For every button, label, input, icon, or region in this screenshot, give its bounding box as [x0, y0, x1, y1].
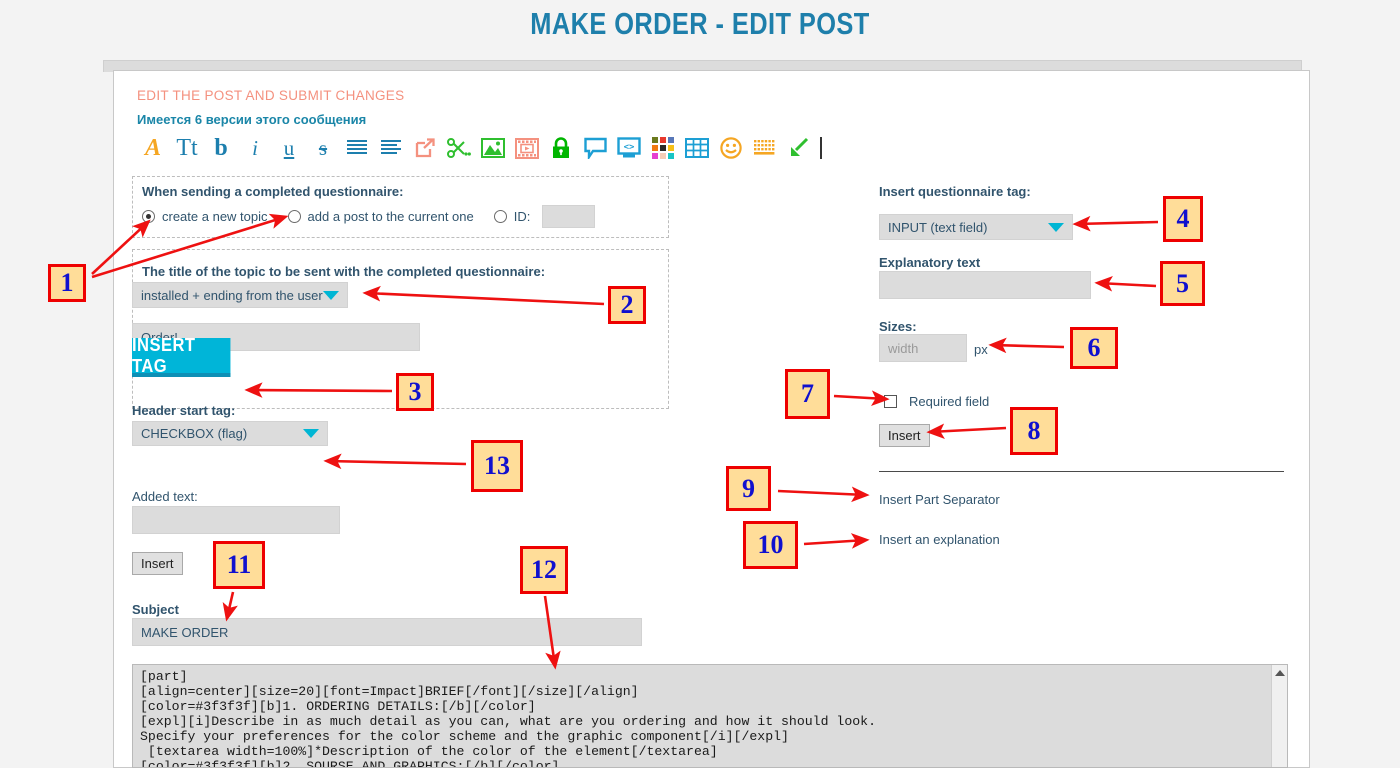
insert-table-icon[interactable] [680, 132, 714, 164]
bbcode-editor-textarea[interactable]: [part] [align=center][size=20][font=Impa… [132, 664, 1288, 768]
annotation-box-12: 12 [520, 546, 568, 594]
required-field-checkbox[interactable] [884, 395, 897, 408]
radio-id-label: ID: [513, 209, 531, 224]
radio-id[interactable] [493, 210, 507, 223]
chevron-down-icon [1048, 222, 1064, 232]
smiley-icon[interactable] [714, 132, 748, 164]
right-divider [879, 471, 1284, 472]
bbcode-toolbar: A Tt b i u s <> [136, 131, 822, 165]
page-title: MAKE ORDER - EDIT POST [530, 6, 870, 41]
chevron-down-icon [323, 290, 339, 300]
added-text-insert-button[interactable]: Insert [132, 552, 183, 575]
bbcode-editor-content: [part] [align=center][size=20][font=Impa… [140, 669, 876, 768]
header-start-tag-value: CHECKBOX (flag) [141, 426, 248, 441]
annotation-box-10: 10 [743, 521, 798, 569]
explanatory-text-label: Explanatory text [879, 255, 981, 270]
topic-title-select[interactable]: installed + ending from the user [132, 282, 348, 308]
code-icon[interactable]: <> [612, 132, 646, 164]
text-cursor [820, 137, 822, 159]
align-justify-icon[interactable] [340, 132, 374, 164]
radio-create-new-topic[interactable] [142, 210, 155, 223]
insert-tag-button[interactable]: INSERT TAG [132, 335, 231, 377]
radio-add-post-current-label: add a post to the current one [307, 209, 474, 224]
insert-questionnaire-tag-value: INPUT (text field) [888, 219, 988, 235]
annotation-box-13: 13 [471, 440, 523, 492]
annotation-box-8: 8 [1010, 407, 1058, 455]
annotation-box-11: 11 [213, 541, 265, 589]
editor-panel: EDIT THE POST AND SUBMIT CHANGES Имеется… [113, 70, 1310, 768]
annotation-box-6: 6 [1070, 327, 1118, 369]
versions-note: Имеется 6 версии этого сообщения [137, 112, 367, 127]
questionnaire-insert-button[interactable]: Insert [879, 424, 930, 447]
keyboard-icon[interactable] [748, 132, 782, 164]
scissors-icon[interactable] [442, 132, 476, 164]
px-unit-label: px [974, 342, 988, 357]
font-size-icon[interactable]: Tt [170, 132, 204, 164]
bbcode-editor-scrollbar[interactable] [1271, 665, 1287, 767]
explanatory-text-input[interactable] [879, 271, 1091, 299]
annotation-box-2: 2 [608, 286, 646, 324]
bold-icon[interactable]: b [204, 132, 238, 164]
annotation-box-3: 3 [396, 373, 434, 411]
insert-arrow-icon[interactable] [782, 132, 816, 164]
radio-add-post-current[interactable] [287, 210, 301, 223]
subject-input[interactable]: MAKE ORDER [132, 618, 642, 646]
color-palette-icon[interactable] [646, 132, 680, 164]
align-left-icon[interactable] [374, 132, 408, 164]
header-start-tag-select[interactable]: CHECKBOX (flag) [132, 421, 328, 446]
added-text-input[interactable] [132, 506, 340, 534]
quote-icon[interactable] [578, 132, 612, 164]
insert-questionnaire-tag-label: Insert questionnaire tag: [879, 184, 1031, 199]
width-input[interactable]: width [879, 334, 967, 362]
insert-part-separator-link[interactable]: Insert Part Separator [879, 492, 1000, 507]
topic-title-select-value: installed + ending from the user [141, 287, 323, 303]
sizes-label: Sizes: [879, 319, 917, 334]
topic-id-input[interactable] [542, 205, 595, 228]
annotation-box-4: 4 [1163, 196, 1203, 242]
strikethrough-icon[interactable]: s [306, 132, 340, 164]
edit-post-heading: EDIT THE POST AND SUBMIT CHANGES [137, 88, 405, 103]
annotation-box-9: 9 [726, 466, 771, 511]
header-start-tag-label: Header start tag: [132, 403, 236, 418]
svg-text:<>: <> [624, 142, 635, 152]
underline-icon[interactable]: u [272, 132, 306, 164]
topic-title-label: The title of the topic to be sent with t… [142, 264, 546, 279]
lock-icon[interactable] [544, 132, 578, 164]
added-text-label: Added text: [132, 489, 198, 504]
insert-video-icon[interactable] [510, 132, 544, 164]
scroll-up-icon[interactable] [1275, 670, 1285, 676]
subject-label: Subject [132, 602, 179, 617]
radio-create-new-topic-label: create a new topic [162, 209, 268, 224]
send-options-label: When sending a completed questionnaire: [142, 184, 404, 199]
insert-link-icon[interactable] [408, 132, 442, 164]
chevron-down-icon [303, 429, 319, 438]
annotation-box-5: 5 [1160, 261, 1205, 306]
font-color-icon[interactable]: A [136, 132, 170, 164]
insert-questionnaire-tag-select[interactable]: INPUT (text field) [879, 214, 1073, 240]
screenshot-root: MAKE ORDER - EDIT POST EDIT THE POST AND… [0, 0, 1400, 768]
send-options-radios: create a new topic add a post to the cur… [142, 209, 536, 224]
insert-image-icon[interactable] [476, 132, 510, 164]
annotation-box-1: 1 [48, 264, 86, 302]
annotation-box-7: 7 [785, 369, 830, 419]
insert-an-explanation-link[interactable]: Insert an explanation [879, 532, 1000, 547]
italic-icon[interactable]: i [238, 132, 272, 164]
required-field-label: Required field [909, 394, 990, 409]
